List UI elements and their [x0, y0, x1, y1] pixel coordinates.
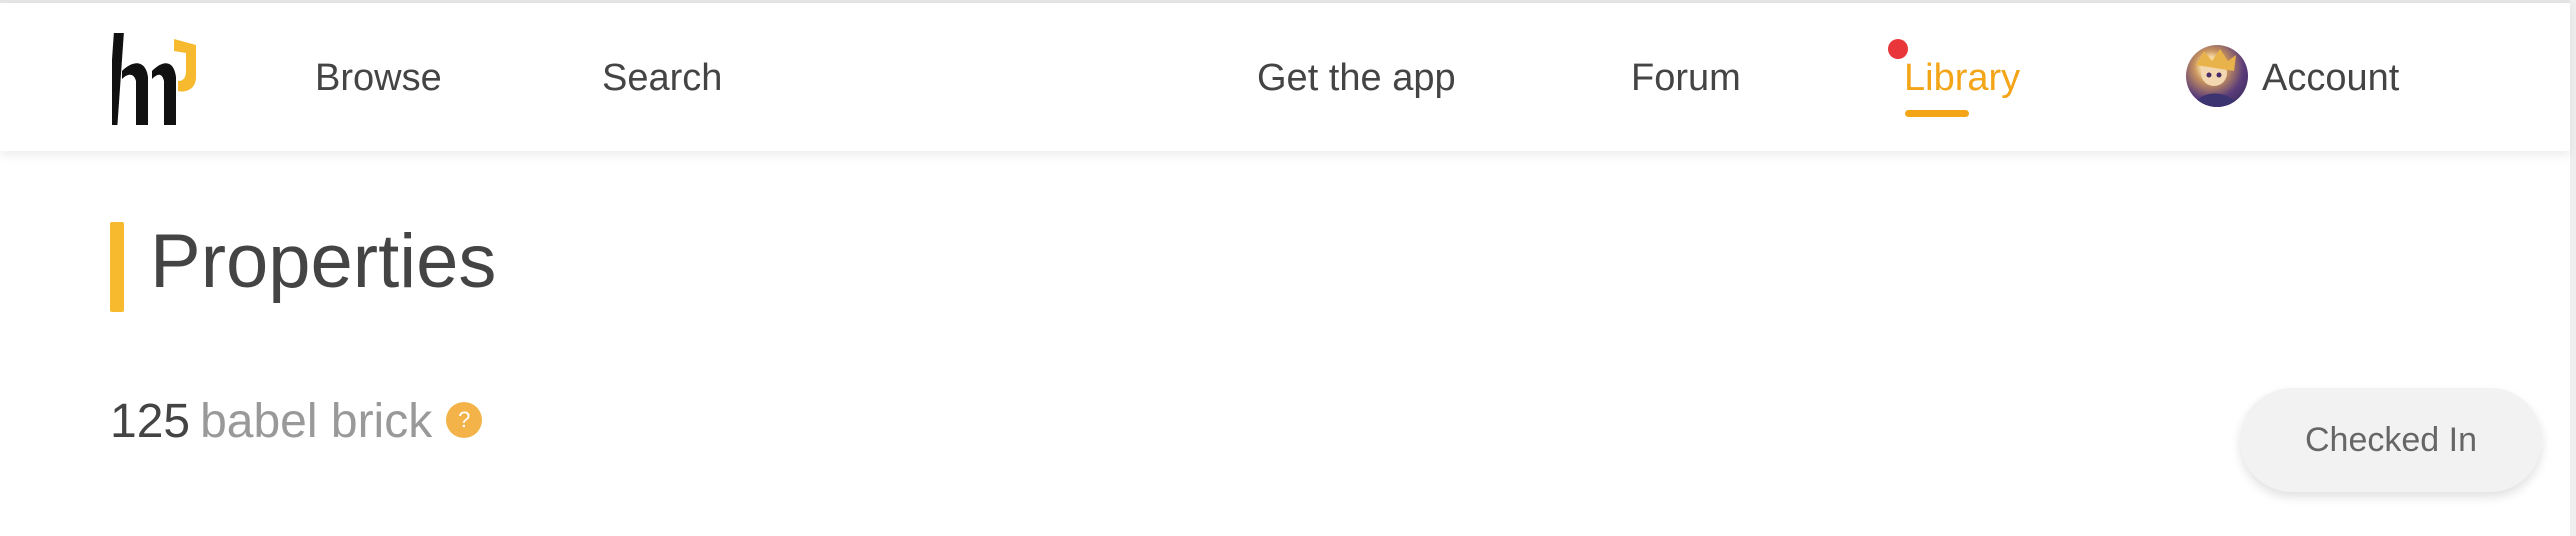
brand-logo-icon[interactable] — [112, 31, 198, 127]
active-tab-indicator — [1905, 110, 1969, 117]
page-title: Properties — [150, 219, 497, 304]
nav-account[interactable]: Account — [2262, 55, 2399, 101]
help-icon[interactable]: ? — [446, 402, 483, 439]
avatar[interactable] — [2186, 45, 2248, 107]
checked-in-button[interactable]: Checked In — [2240, 388, 2542, 492]
brick-count: 125 — [110, 395, 191, 448]
nav-browse[interactable]: Browse — [315, 55, 442, 101]
title-accent-bar — [110, 222, 124, 312]
top-navbar: Browse Search Get the app Forum Library … — [0, 3, 2570, 151]
nav-forum[interactable]: Forum — [1631, 55, 1741, 101]
nav-library[interactable]: Library — [1904, 55, 2020, 101]
nav-search[interactable]: Search — [602, 55, 722, 101]
nav-get-the-app[interactable]: Get the app — [1257, 55, 1456, 101]
brick-balance: 125 babel brick? — [110, 392, 483, 452]
avatar-image-icon — [2194, 49, 2240, 107]
scrollbar-track[interactable] — [2570, 0, 2576, 536]
brick-unit-label: babel brick — [200, 395, 433, 448]
